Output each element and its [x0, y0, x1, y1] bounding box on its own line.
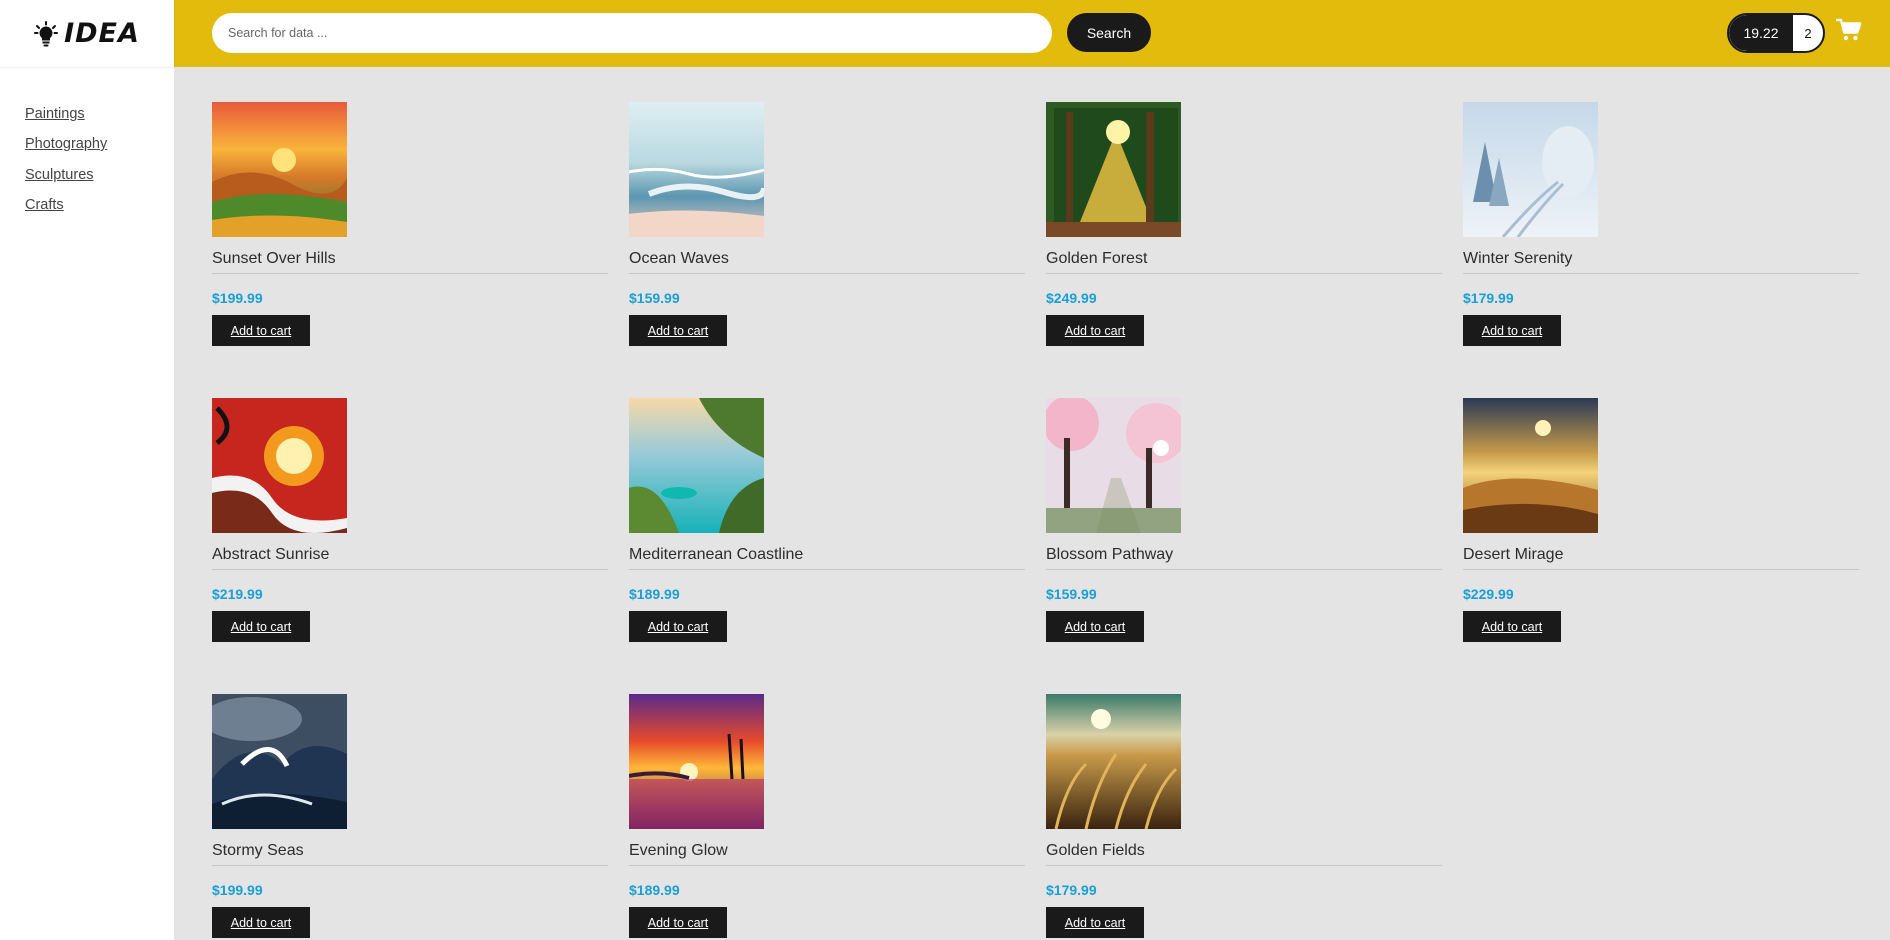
product-price: $199.99 [212, 882, 263, 898]
divider [212, 865, 608, 866]
product-price: $159.99 [1046, 586, 1097, 602]
sidebar-item-paintings[interactable]: Paintings [25, 106, 85, 122]
top-header: Search 19.22 2 [174, 0, 1890, 67]
add-to-cart-button[interactable]: Add to cart [212, 611, 310, 642]
product-image[interactable] [629, 102, 764, 237]
product-name: Ocean Waves [629, 250, 729, 267]
product-image[interactable] [1046, 694, 1181, 829]
product-card: Mediterranean Coastline $189.99 Add to c… [629, 398, 1025, 648]
sidebar-item-photography[interactable]: Photography [25, 136, 107, 152]
balance-value: 19.22 [1729, 15, 1793, 51]
cart-count-badge: 2 [1804, 25, 1812, 41]
divider [1463, 569, 1859, 570]
divider [629, 569, 1025, 570]
product-price: $219.99 [212, 586, 263, 602]
product-price: $179.99 [1046, 882, 1097, 898]
product-card: Sunset Over Hills $199.99 Add to cart [212, 102, 608, 352]
product-card: Golden Forest $249.99 Add to cart [1046, 102, 1442, 352]
product-image[interactable] [629, 694, 764, 829]
product-name: Blossom Pathway [1046, 546, 1174, 563]
product-price: $229.99 [1463, 586, 1514, 602]
product-card: Stormy Seas $199.99 Add to cart [212, 694, 608, 940]
add-to-cart-button[interactable]: Add to cart [629, 611, 727, 642]
add-to-cart-button[interactable]: Add to cart [629, 907, 727, 938]
product-card: Golden Fields $179.99 Add to cart [1046, 694, 1442, 940]
product-card: Evening Glow $189.99 Add to cart [629, 694, 1025, 940]
divider [212, 273, 608, 274]
product-name: Desert Mirage [1463, 546, 1564, 563]
add-to-cart-button[interactable]: Add to cart [212, 907, 310, 938]
product-image[interactable] [1463, 398, 1598, 533]
product-image[interactable] [212, 102, 347, 237]
shopping-cart-icon[interactable] [1836, 18, 1862, 42]
lightbulb-icon [34, 20, 59, 46]
sidebar-item-sculptures[interactable]: Sculptures [25, 167, 94, 183]
product-image[interactable] [1463, 102, 1598, 237]
search-button[interactable]: Search [1067, 13, 1151, 52]
divider [212, 569, 608, 570]
product-price: $199.99 [212, 290, 263, 306]
divider [1046, 865, 1442, 866]
product-name: Evening Glow [629, 842, 728, 859]
product-card: Desert Mirage $229.99 Add to cart [1463, 398, 1859, 648]
divider [1046, 273, 1442, 274]
product-card: Winter Serenity $179.99 Add to cart [1463, 102, 1859, 352]
product-name: Winter Serenity [1463, 250, 1573, 267]
product-card: Blossom Pathway $159.99 Add to cart [1046, 398, 1442, 648]
product-name: Mediterranean Coastline [629, 546, 804, 563]
divider [629, 865, 1025, 866]
product-name: Golden Forest [1046, 250, 1148, 267]
product-price: $179.99 [1463, 290, 1514, 306]
search-input[interactable] [212, 13, 1052, 53]
product-price: $189.99 [629, 586, 680, 602]
divider [1046, 569, 1442, 570]
divider [1463, 273, 1859, 274]
brand-logo[interactable]: IDEA [0, 0, 174, 67]
add-to-cart-button[interactable]: Add to cart [1463, 611, 1561, 642]
product-name: Abstract Sunrise [212, 546, 330, 563]
app-root: IDEA Paintings Photography Sculptures Cr… [0, 0, 1890, 940]
balance-cart-pill[interactable]: 19.22 2 [1727, 13, 1825, 53]
product-name: Golden Fields [1046, 842, 1145, 859]
product-card: Ocean Waves $159.99 Add to cart [629, 102, 1025, 352]
product-price: $189.99 [629, 882, 680, 898]
product-image[interactable] [1046, 398, 1181, 533]
add-to-cart-button[interactable]: Add to cart [1463, 315, 1561, 346]
sidebar: Paintings Photography Sculptures Crafts [0, 67, 174, 940]
add-to-cart-button[interactable]: Add to cart [212, 315, 310, 346]
product-image[interactable] [212, 398, 347, 533]
product-image[interactable] [629, 398, 764, 533]
product-price: $249.99 [1046, 290, 1097, 306]
sidebar-item-crafts[interactable]: Crafts [25, 197, 64, 213]
add-to-cart-button[interactable]: Add to cart [1046, 611, 1144, 642]
divider [629, 273, 1025, 274]
product-image[interactable] [1046, 102, 1181, 237]
add-to-cart-button[interactable]: Add to cart [1046, 907, 1144, 938]
product-image[interactable] [212, 694, 347, 829]
brand-name: IDEA [64, 18, 140, 49]
product-card: Abstract Sunrise $219.99 Add to cart [212, 398, 608, 648]
product-price: $159.99 [629, 290, 680, 306]
add-to-cart-button[interactable]: Add to cart [1046, 315, 1144, 346]
product-name: Stormy Seas [212, 842, 304, 859]
product-name: Sunset Over Hills [212, 250, 336, 267]
add-to-cart-button[interactable]: Add to cart [629, 315, 727, 346]
